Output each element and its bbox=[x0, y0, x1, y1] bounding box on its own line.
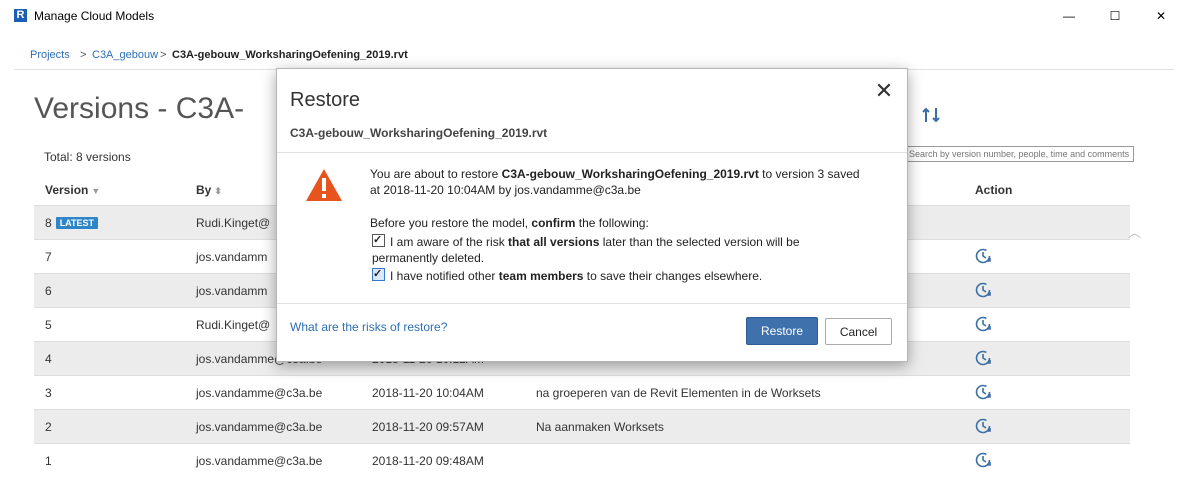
column-header-label: Version bbox=[45, 183, 89, 197]
restore-version-icon[interactable] bbox=[974, 451, 992, 469]
instruction-bold: confirm bbox=[531, 216, 576, 230]
author-cell: jos.vandamme@c3a.be bbox=[196, 420, 323, 434]
comment-cell: Na aanmaken Worksets bbox=[536, 420, 664, 434]
message-filename: C3A-gebouw_WorksharingOefening_2019.rvt bbox=[501, 167, 759, 181]
restore-version-icon[interactable] bbox=[974, 281, 992, 299]
instruction-text: the following: bbox=[575, 216, 649, 230]
scroll-up-icon[interactable]: ︿ bbox=[1128, 222, 1141, 241]
cancel-button[interactable]: Cancel bbox=[825, 318, 892, 345]
dialog-title: Restore bbox=[290, 89, 361, 111]
sync-icon[interactable] bbox=[920, 104, 942, 126]
checkbox-label-bold: that all versions bbox=[508, 235, 600, 249]
maximize-button[interactable]: ☐ bbox=[1092, 0, 1138, 32]
breadcrumb: Projects > C3A_gebouw > C3A-gebouw_Works… bbox=[0, 41, 1184, 67]
column-header-action: Action bbox=[975, 183, 1013, 197]
comment-cell: na groeperen van de Revit Elementen in d… bbox=[536, 386, 821, 400]
restore-dialog: Restore ✕ C3A-gebouw_WorksharingOefening… bbox=[276, 68, 908, 362]
version-cell: 4 bbox=[45, 352, 52, 366]
version-cell: 3 bbox=[45, 386, 52, 400]
version-cell: 6 bbox=[45, 284, 52, 298]
app-logo: R bbox=[14, 9, 27, 22]
version-cell: 8 LATEST bbox=[45, 216, 99, 230]
restore-button[interactable]: Restore bbox=[746, 317, 818, 345]
restore-version-icon[interactable] bbox=[974, 417, 992, 435]
restore-version-icon[interactable] bbox=[974, 383, 992, 401]
author-cell: jos.vandamme@c3a.be bbox=[196, 386, 323, 400]
close-window-button[interactable]: ✕ bbox=[1138, 0, 1184, 32]
version-cell: 2 bbox=[45, 420, 52, 434]
risk-checkbox-row[interactable]: I am aware of the risk that all versions… bbox=[372, 232, 852, 266]
table-row[interactable]: 2 jos.vandamme@c3a.be 2018-11-20 09:57AM… bbox=[34, 409, 1130, 443]
dialog-close-icon[interactable]: ✕ bbox=[872, 79, 896, 103]
restore-message: You are about to restore C3A-gebouw_Work… bbox=[370, 166, 870, 198]
search-input[interactable] bbox=[904, 146, 1134, 162]
page-title: Versions - C3A- bbox=[34, 92, 245, 125]
notify-checkbox-row[interactable]: I have notified other team members to sa… bbox=[372, 266, 852, 284]
risks-of-restore-link[interactable]: What are the risks of restore? bbox=[290, 320, 447, 334]
author-cell: jos.vandamm bbox=[196, 284, 268, 298]
title-bar: R Manage Cloud Models — ☐ ✕ bbox=[0, 0, 1184, 32]
author-cell: Rudi.Kinget@ bbox=[196, 318, 271, 332]
checkbox-label: to save their changes elsewhere. bbox=[583, 269, 763, 283]
divider bbox=[277, 152, 907, 153]
version-cell: 1 bbox=[45, 454, 52, 468]
breadcrumb-separator: > bbox=[80, 49, 87, 61]
date-cell: 2018-11-20 10:04AM bbox=[372, 386, 484, 400]
warning-icon bbox=[306, 169, 342, 201]
total-versions: Total: 8 versions bbox=[44, 150, 131, 164]
confirm-instructions: Before you restore the model, confirm th… bbox=[370, 216, 649, 230]
column-header-by[interactable]: By ⬍ bbox=[196, 183, 222, 197]
table-row[interactable]: 1 jos.vandamme@c3a.be 2018-11-20 09:48AM bbox=[34, 443, 1130, 477]
latest-badge: LATEST bbox=[55, 217, 99, 229]
breadcrumb-project[interactable]: C3A_gebouw bbox=[92, 49, 158, 61]
checkbox-label: I am aware of the risk bbox=[390, 235, 509, 249]
breadcrumb-current: C3A-gebouw_WorksharingOefening_2019.rvt bbox=[172, 49, 408, 61]
sort-both-icon: ⬍ bbox=[214, 186, 222, 196]
author-cell: Rudi.Kinget@ bbox=[196, 216, 271, 230]
breadcrumb-separator: > bbox=[160, 49, 167, 61]
date-cell: 2018-11-20 09:57AM bbox=[372, 420, 484, 434]
date-cell: 2018-11-20 09:48AM bbox=[372, 454, 484, 468]
restore-version-icon[interactable] bbox=[974, 349, 992, 367]
author-cell: jos.vandamme@c3a.be bbox=[196, 454, 323, 468]
restore-version-icon[interactable] bbox=[974, 247, 992, 265]
checkbox-label-bold: team members bbox=[498, 269, 584, 283]
window-title: Manage Cloud Models bbox=[34, 9, 155, 23]
version-number: 8 bbox=[45, 216, 52, 230]
notify-checkbox[interactable] bbox=[372, 266, 385, 282]
sort-desc-icon: ▼ bbox=[91, 186, 101, 196]
restore-version-icon[interactable] bbox=[974, 315, 992, 333]
table-row[interactable]: 3 jos.vandamme@c3a.be 2018-11-20 10:04AM… bbox=[34, 375, 1130, 409]
divider bbox=[277, 303, 907, 304]
breadcrumb-projects[interactable]: Projects bbox=[30, 49, 70, 61]
column-header-version[interactable]: Version ▼ bbox=[45, 183, 100, 197]
column-header-label: By bbox=[196, 183, 212, 197]
version-cell: 5 bbox=[45, 318, 52, 332]
author-cell: jos.vandamm bbox=[196, 250, 268, 264]
instruction-text: Before you restore the model, bbox=[370, 216, 532, 230]
message-text: You are about to restore bbox=[370, 167, 502, 181]
risk-checkbox[interactable] bbox=[372, 232, 385, 248]
dialog-subtitle: C3A-gebouw_WorksharingOefening_2019.rvt bbox=[290, 126, 548, 140]
version-cell: 7 bbox=[45, 250, 52, 264]
minimize-button[interactable]: — bbox=[1046, 0, 1092, 32]
checkbox-label: I have notified other bbox=[390, 269, 499, 283]
